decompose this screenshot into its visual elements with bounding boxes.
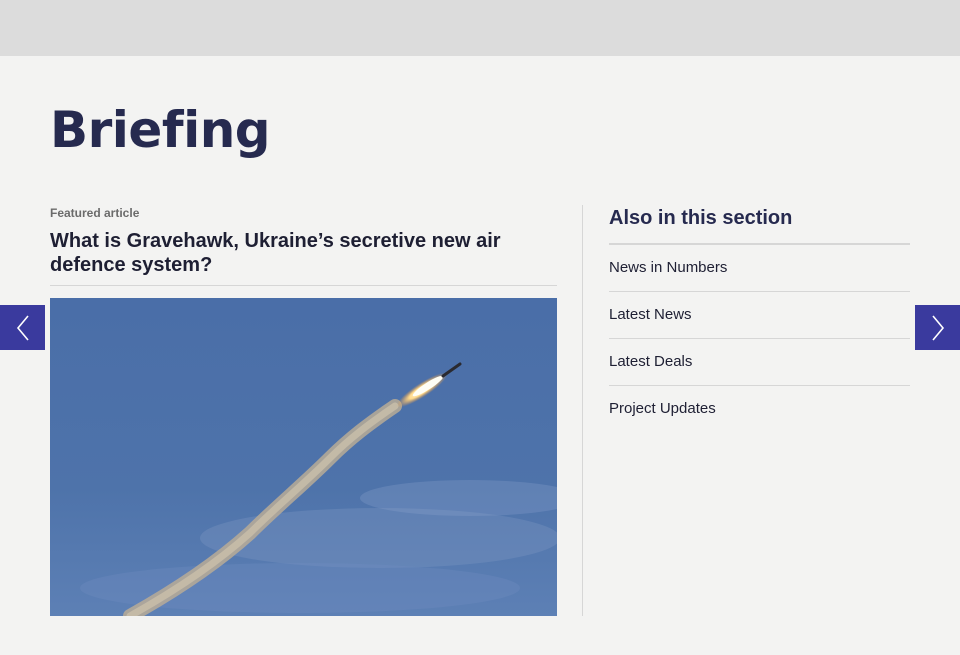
section-link-latest-deals[interactable]: Latest Deals [609, 339, 910, 386]
section-link-list: News in Numbers Latest News Latest Deals… [609, 245, 910, 432]
chevron-right-icon [931, 314, 944, 341]
carousel-next-button[interactable] [915, 305, 960, 350]
top-banner [0, 0, 960, 56]
section-link-project-updates[interactable]: Project Updates [609, 386, 910, 432]
carousel-prev-button[interactable] [0, 305, 45, 350]
featured-divider [50, 285, 557, 286]
chevron-left-icon [16, 314, 29, 341]
page-title: Briefing [50, 101, 271, 159]
column-divider [582, 205, 583, 616]
section-heading: Also in this section [609, 204, 910, 245]
featured-headline-link[interactable]: What is Gravehawk, Ukraine’s secretive n… [50, 229, 557, 277]
section-link-news-in-numbers[interactable]: News in Numbers [609, 245, 910, 292]
featured-image[interactable] [50, 298, 557, 616]
section-link-latest-news[interactable]: Latest News [609, 292, 910, 339]
also-in-section-panel: Also in this section News in Numbers Lat… [609, 204, 910, 432]
featured-article: Featured article What is Gravehawk, Ukra… [50, 205, 557, 277]
featured-kicker: Featured article [50, 206, 140, 220]
